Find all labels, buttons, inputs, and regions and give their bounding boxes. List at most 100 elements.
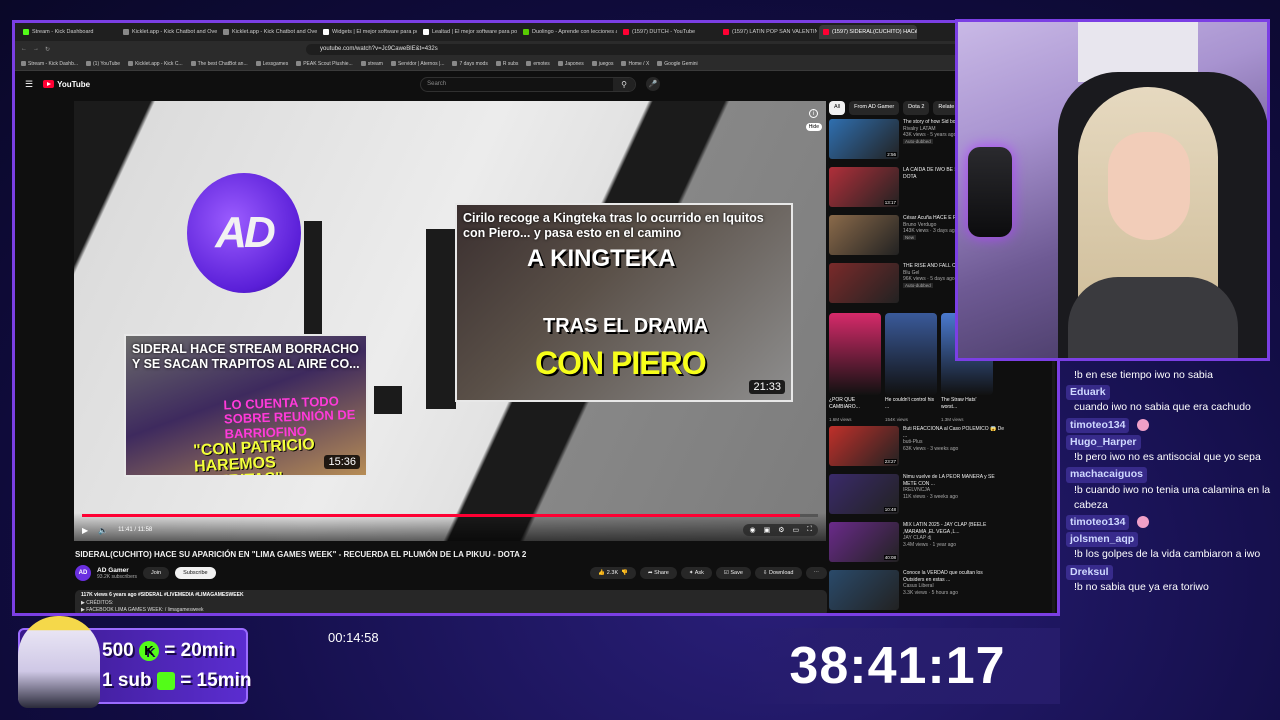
bookmark-item[interactable]: Home / X	[621, 61, 649, 67]
endcard-video-left[interactable]: SIDERAL HACE STREAM BORRACHO Y SE SACAN …	[124, 334, 368, 477]
volume-icon[interactable]: 🔈	[98, 526, 108, 535]
filter-chip[interactable]: From AD Gamer	[849, 101, 900, 115]
bookmark-icon	[128, 61, 134, 66]
more-actions-icon[interactable]: ⋯	[805, 567, 827, 579]
tab-label: (1597) DUTCH - YouTube	[632, 29, 696, 35]
chat-text: cuando iwo no sabia que era cachudo	[1074, 401, 1251, 414]
chat-message: !b en ese tiempo iwo no sabia	[1066, 368, 1278, 383]
chat-username[interactable]: Dreksul	[1066, 564, 1113, 580]
chat-username[interactable]: timoteo134	[1066, 514, 1130, 531]
browser-tab[interactable]: Kicklet.app - Kick Chatbot and Overl	[119, 25, 217, 39]
ask-button[interactable]: ✦ Ask	[680, 567, 712, 579]
progress-bar[interactable]	[82, 514, 818, 517]
short-item[interactable]: He couldn't control his ... 154K views	[885, 313, 937, 422]
bookmark-label: Kicklet.app - Kick C...	[135, 60, 183, 67]
recommended-video[interactable]: 10:48 Nimu vuelve de LA PEOR MANERA y SE …	[829, 474, 1004, 518]
video-title: Conoce la VERDAD que ocultan los Outside…	[903, 570, 983, 583]
bookmark-item[interactable]: stream	[360, 61, 383, 67]
captions-icon[interactable]: ▣	[764, 526, 771, 534]
subscribe-button[interactable]: Subscribe	[175, 567, 216, 579]
browser-tab[interactable]: Lealtad | El mejor software para pot	[419, 25, 517, 39]
stream-overlay: Stream - Kick Dashboard Kicklet.app - Kic…	[0, 0, 1280, 720]
bookmark-item[interactable]: Kicklet.app - Kick C...	[128, 61, 183, 67]
bookmark-item[interactable]: emotes	[526, 60, 550, 67]
video-player[interactable]: AD SIDERAL HACE STREAM BORRACHO Y SE SAC…	[74, 101, 826, 541]
bookmark-label: 7 days mods	[459, 60, 488, 67]
view-count: 3.4M views · 1 year ago	[903, 541, 957, 548]
bookmark-item[interactable]: (1) YouTube	[86, 61, 120, 67]
autoplay-toggle[interactable]: ◉	[749, 526, 755, 534]
search-input[interactable]: Search ⚲	[420, 76, 637, 92]
chat-message: Hugo_Harper !b pero iwo no es antisocial …	[1066, 434, 1278, 465]
bookmark-item[interactable]: The best ChatBot an...	[190, 61, 248, 67]
channel-avatar[interactable]: AD	[75, 565, 91, 581]
bookmarks-bar: Stream - Kick Dashb... (1) YouTube Kicklet…	[15, 57, 1057, 71]
download-button[interactable]: ⇩ Download	[754, 567, 802, 579]
save-button[interactable]: ☑ Save	[715, 567, 751, 579]
chat-username[interactable]: Hugo_Harper	[1066, 434, 1141, 451]
bookmark-label: juegos	[598, 60, 614, 67]
channel-name[interactable]: AD Gamer	[97, 567, 137, 574]
theater-icon[interactable]: ▭	[792, 526, 799, 534]
url-field[interactable]: youtube.com/watch?v=Jc9CaweBlE&t=432s	[306, 43, 1051, 55]
microphone-icon[interactable]: 🎤	[646, 77, 661, 91]
bookmark-item[interactable]: juegos	[591, 60, 614, 67]
play-icon[interactable]: ▶	[82, 526, 88, 535]
browser-tab[interactable]: Widgets | El mejor software para pot	[319, 25, 417, 39]
bookmark-item[interactable]: Google Gemini	[657, 61, 698, 67]
fullscreen-icon[interactable]: ⛶	[807, 526, 812, 534]
bookmark-item[interactable]: Lessgames	[255, 61, 288, 67]
back-icon[interactable]: ←	[21, 46, 27, 52]
video-duration: 2:56	[886, 152, 897, 157]
chat-username[interactable]: timoteo134	[1066, 417, 1130, 433]
info-icon[interactable]: i	[809, 109, 818, 118]
join-button[interactable]: Join	[143, 567, 170, 579]
chat-username[interactable]: Eduark	[1066, 385, 1110, 401]
view-count: 1.3M views	[941, 417, 964, 422]
goal-reward: = 15min	[180, 670, 252, 691]
recommended-video[interactable]: 40:08 MIX LATIN 2025 - JAY CLAP (BEELE ,M…	[829, 522, 1004, 566]
bookmark-item[interactable]: Japones	[557, 61, 584, 67]
youtube-logo[interactable]: YouTube	[43, 80, 90, 89]
browser-tab[interactable]: (1597) LATIN POP SAN VALENTIN 20	[719, 25, 817, 39]
settings-icon[interactable]: ⚙	[778, 526, 784, 534]
browser-tab[interactable]: Kicklet.app - Kick Chatbot and Overl	[219, 25, 317, 39]
bookmark-icon	[255, 61, 261, 66]
search-icon[interactable]: ⚲	[613, 77, 636, 91]
hide-endscreen-button[interactable]: Hide	[805, 123, 822, 131]
tab-label: Lealtad | El mejor software para pot	[432, 29, 517, 35]
recommended-video[interactable]: Conoce la VERDAD que ocultan los Outside…	[829, 570, 1004, 613]
reload-icon[interactable]: ↻	[45, 46, 50, 53]
subgoal-widget: 500 K = 20min 1 sub = 15min	[18, 616, 252, 708]
chat-username[interactable]: machacaiguos	[1066, 467, 1147, 483]
video-badge: Auto-dubbed	[903, 282, 933, 289]
bookmark-item[interactable]: R subs	[495, 61, 518, 67]
endcard-video-right[interactable]: Cirilo recoge a Kingteka tras lo ocurrid…	[455, 203, 793, 402]
menu-icon[interactable]: ☰	[25, 79, 33, 90]
share-button[interactable]: ➦ Share	[640, 567, 677, 579]
chat-text: !b en ese tiempo iwo no sabia	[1074, 369, 1213, 381]
recommended-video[interactable]: 23:27 Buti REACCIONA al Caso POLEMICO 😱 D…	[829, 426, 1004, 470]
video-description[interactable]: 117K views 6 years ago #SIDERAL #LIVEMED…	[75, 590, 827, 613]
bookmark-icon	[657, 61, 663, 66]
browser-tab[interactable]: (1597) SIDERAL(CUCHITO) HACé	[819, 25, 917, 39]
forward-icon[interactable]: →	[33, 46, 39, 52]
filter-chip[interactable]: All	[829, 101, 846, 115]
chat-message: timoteo134	[1066, 514, 1278, 531]
short-title: He couldn't control his ...	[885, 397, 935, 410]
bookmark-item[interactable]: 7 days mods	[452, 60, 488, 67]
bookmark-label: emotes	[533, 60, 550, 67]
chat-username[interactable]: jolsmen_aqp	[1066, 532, 1139, 548]
video-title: Buti REACCIONA al Caso POLEMICO 😱 De ...	[903, 426, 1004, 439]
filter-chip[interactable]: Dota 2	[903, 101, 930, 115]
short-title: ¿POR QUE CAMBIARO...	[829, 397, 860, 410]
short-item[interactable]: ¿POR QUE CAMBIARO... 1.6M views	[829, 313, 881, 422]
bookmark-item[interactable]: Stream - Kick Dashb...	[21, 61, 78, 67]
browser-tab[interactable]: Stream - Kick Dashboard	[19, 25, 117, 39]
bookmark-item[interactable]: PEAK Scout Plushie...	[296, 61, 353, 67]
bookmark-item[interactable]: Servidor | Aternos |...	[390, 61, 444, 67]
time-display: 11:41 / 11:58	[118, 527, 153, 533]
browser-tab[interactable]: Duolingo - Aprende con lecciones a	[519, 25, 617, 39]
browser-tab[interactable]: (1597) DUTCH - YouTube	[619, 25, 717, 39]
like-button[interactable]: 👍 2.3K 👎	[590, 567, 637, 579]
